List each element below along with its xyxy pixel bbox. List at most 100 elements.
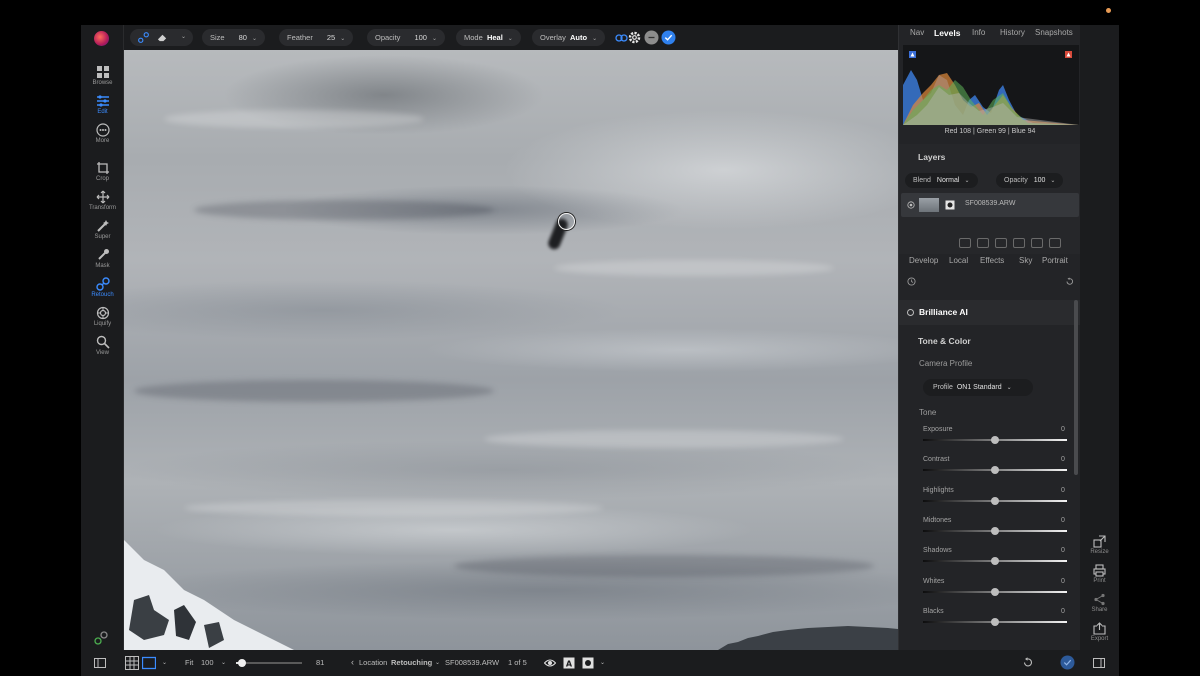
slider-value-midtones[interactable]: 0 (1061, 517, 1065, 524)
brilliance-ai-row[interactable]: Brilliance AI (899, 300, 1081, 325)
slider-value-whites[interactable]: 0 (1061, 578, 1065, 585)
tool-browse[interactable]: Browse (81, 65, 124, 93)
slider-blacks[interactable] (923, 617, 1067, 626)
mask-view-icon[interactable] (582, 657, 594, 669)
fit-label[interactable]: Fit (185, 657, 193, 669)
feather-control[interactable]: Feather 25 ⌄ (279, 29, 354, 46)
tool-crop[interactable]: Crop (81, 161, 124, 189)
layer-row[interactable]: SF008539.ARW (901, 193, 1079, 217)
auto-mask-icon[interactable]: A (563, 657, 575, 669)
slider-value-exposure[interactable]: 0 (1061, 426, 1065, 433)
visibility-icon[interactable] (907, 201, 915, 209)
chevron-down-icon[interactable]: ⌄ (600, 657, 605, 669)
gear-icon[interactable] (627, 30, 642, 45)
done-icon[interactable] (1060, 655, 1075, 670)
tab-portrait[interactable]: Portrait (1042, 256, 1068, 265)
opacity-control[interactable]: Opacity 100 ⌄ (367, 29, 445, 46)
retouch-mini-icon[interactable] (94, 631, 108, 645)
mask-icon[interactable] (945, 200, 955, 210)
photo-canvas[interactable] (124, 50, 898, 650)
tab-info[interactable]: Info (972, 28, 985, 37)
tab-develop[interactable]: Develop (909, 256, 938, 265)
tab-levels[interactable]: Levels (934, 28, 960, 38)
tool-mask[interactable]: Mask (81, 248, 124, 276)
chevron-down-icon[interactable]: ⌄ (162, 657, 167, 669)
tab-history[interactable]: History (1000, 28, 1025, 37)
slider-knob[interactable] (991, 496, 999, 505)
tool-more[interactable]: More (81, 123, 124, 151)
paint-icon[interactable] (995, 238, 1007, 248)
slider-shadows[interactable] (923, 557, 1067, 566)
slider-knob[interactable] (991, 466, 999, 475)
slider-value-contrast[interactable]: 0 (1061, 456, 1065, 463)
slider-knob[interactable] (991, 526, 999, 535)
eye-icon[interactable] (544, 657, 556, 669)
chevron-down-icon[interactable]: ⌄ (435, 657, 440, 669)
tool-super[interactable]: Super (81, 219, 124, 247)
slider-midtones[interactable] (923, 526, 1067, 535)
right-panel-toggle-icon[interactable] (1093, 657, 1105, 669)
slider-value-highlights[interactable]: 0 (1061, 487, 1065, 494)
size-control[interactable]: Size 80 ⌄ (202, 29, 265, 46)
stack-icon[interactable] (1049, 238, 1061, 248)
reset-icon[interactable] (1065, 277, 1074, 286)
slider-exposure[interactable] (923, 436, 1067, 444)
cancel-icon[interactable] (644, 30, 659, 45)
tab-nav[interactable]: Nav (910, 28, 924, 37)
duplicate-icon[interactable] (1031, 238, 1043, 248)
slider-knob[interactable] (991, 617, 999, 626)
slider-knob[interactable] (991, 557, 999, 566)
share-button[interactable]: Share (1080, 593, 1119, 613)
zoom-value[interactable]: 100 (201, 657, 214, 669)
tab-sky[interactable]: Sky (1019, 256, 1032, 265)
blend-dropdown[interactable]: Blend Normal ⌄ (905, 173, 978, 188)
profile-dropdown[interactable]: Profile ON1 Standard ⌄ (923, 379, 1033, 396)
tool-edit[interactable]: Edit (81, 94, 124, 122)
undo-icon[interactable] (1022, 657, 1033, 668)
export-button[interactable]: Export (1080, 622, 1119, 642)
chevron-down-icon[interactable]: ⌄ (221, 657, 226, 669)
layer-opacity-dropdown[interactable]: Opacity 100 ⌄ (996, 173, 1064, 188)
tool-preset-dropdown[interactable]: ⌄ (130, 29, 193, 46)
slider-knob[interactable] (991, 436, 999, 444)
panel-scrollbar[interactable] (1074, 300, 1078, 475)
tool-transform[interactable]: Transform (81, 190, 124, 218)
cloud-streak (184, 500, 604, 516)
tool-retouch[interactable]: Retouch (81, 277, 124, 305)
size-value: 80 (238, 33, 247, 42)
apply-icon[interactable] (661, 30, 676, 45)
text-icon[interactable] (1013, 238, 1025, 248)
toggle-icon[interactable] (907, 309, 914, 316)
slider-value-blacks[interactable]: 0 (1061, 608, 1065, 615)
chevron-left-icon[interactable]: ‹ (351, 656, 354, 668)
slider-highlights[interactable] (923, 496, 1067, 505)
print-button[interactable]: Print (1080, 564, 1119, 584)
preset-icon[interactable] (907, 277, 916, 286)
mode-value: Heal (486, 33, 503, 42)
compare-view-icon[interactable] (142, 656, 156, 670)
slider-value-shadows[interactable]: 0 (1061, 547, 1065, 554)
slider-knob[interactable] (991, 587, 999, 596)
location-value[interactable]: Retouching (391, 657, 432, 669)
mode-control[interactable]: Mode Heal ⌄ (456, 29, 521, 46)
layer-thumbnail (919, 198, 939, 212)
print-icon (1093, 564, 1106, 577)
add-layer-icon[interactable] (959, 238, 971, 248)
grid-view-icon[interactable] (125, 656, 139, 670)
tab-snapshots[interactable]: Snapshots (1035, 28, 1073, 37)
zoom-slider[interactable] (236, 659, 302, 667)
resize-button[interactable]: Resize (1080, 535, 1119, 555)
slider-contrast[interactable] (923, 466, 1067, 475)
tab-effects[interactable]: Effects (980, 256, 1004, 265)
tool-view[interactable]: View (81, 335, 124, 363)
tool-liquify[interactable]: Liquify (81, 306, 124, 334)
app-logo[interactable] (94, 31, 109, 46)
tab-local[interactable]: Local (949, 256, 968, 265)
overlay-control[interactable]: Overlay Auto ⌄ (532, 29, 606, 46)
panel-toggle-icon[interactable] (94, 657, 106, 669)
slider-whites[interactable] (923, 587, 1067, 596)
zoom-slider-knob[interactable] (237, 659, 246, 667)
copy-layer-icon[interactable] (977, 238, 989, 248)
snowy-mountain (124, 540, 294, 650)
tone-color-title[interactable]: Tone & Color (918, 336, 971, 346)
